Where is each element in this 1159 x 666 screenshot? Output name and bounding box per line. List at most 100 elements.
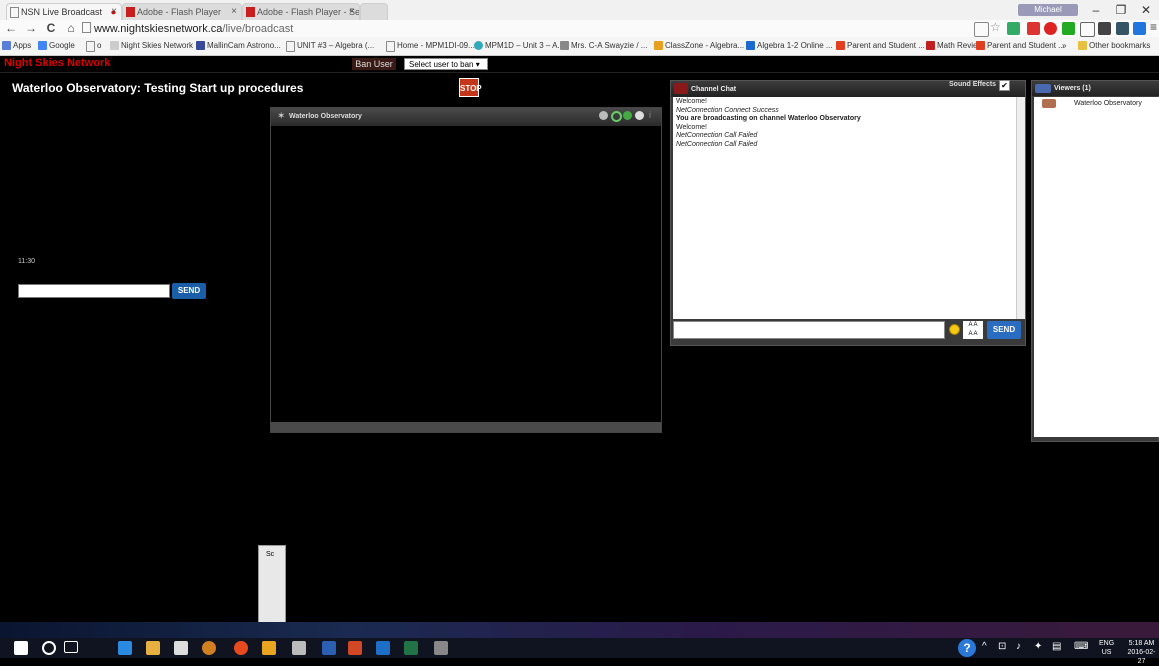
refresh-icon[interactable] xyxy=(611,111,622,122)
tab-nsn-live-broadcast[interactable]: NSN Live Broadcast ● × xyxy=(6,3,122,20)
video-panel-footer xyxy=(271,422,661,432)
bookmark-mrs-swayzie[interactable]: Mrs. C-A Swayzie / ... xyxy=(560,40,647,52)
restore-icon[interactable]: ❐ xyxy=(1108,2,1134,18)
bookmark-apps[interactable]: Apps xyxy=(2,40,31,52)
app-icon[interactable] xyxy=(202,641,216,655)
font-size-icon[interactable]: A AA A xyxy=(963,321,983,339)
forward-icon[interactable]: → xyxy=(24,21,38,35)
profile-button[interactable]: Michael Schwartz xyxy=(1018,4,1078,26)
taskbar-clock[interactable]: 5:18 AM 2016-02-27 xyxy=(1124,639,1159,666)
minimize-icon[interactable]: – xyxy=(1083,2,1109,18)
bookmark-star-icon[interactable]: ☆ xyxy=(990,20,1001,34)
bookmark-mallincam[interactable]: MallinCam Astrono... xyxy=(196,40,281,52)
home-icon[interactable]: ⌂ xyxy=(64,21,78,35)
url-host: www.nightskiesnetwork.ca xyxy=(94,23,223,35)
bookmark-parent-student-1[interactable]: Parent and Student ... xyxy=(836,40,925,52)
pinterest-extension-icon[interactable] xyxy=(1044,22,1057,35)
chat-bubble-icon[interactable] xyxy=(635,111,644,120)
bookmark-google[interactable]: Google xyxy=(38,40,75,52)
menu-icon[interactable]: ≡ xyxy=(1150,20,1157,34)
chat-send-button[interactable]: SEND xyxy=(987,321,1021,339)
gmail-extension-icon[interactable] xyxy=(1027,22,1040,35)
chat-extension-icon[interactable] xyxy=(1080,22,1095,37)
page-icon xyxy=(286,41,295,52)
calendar-extension-icon[interactable] xyxy=(1007,22,1020,35)
tab-adobe-flash-player[interactable]: Adobe - Flash Player × xyxy=(122,3,242,20)
powerpoint-icon[interactable] xyxy=(348,641,362,655)
keyboard-icon[interactable]: ⌨ xyxy=(1074,641,1088,652)
close-icon[interactable]: × xyxy=(111,4,117,20)
bookmark-unit3-algebra[interactable]: UNIT #3 – Algebra (... xyxy=(286,40,374,52)
site-name[interactable]: Night Skies Network xyxy=(4,57,110,69)
browser-tab-bar: NSN Live Broadcast ● × Adobe - Flash Pla… xyxy=(0,0,1159,26)
chat-icon xyxy=(674,83,688,94)
bookmark-algebra-online[interactable]: Algebra 1-2 Online ... xyxy=(746,40,833,52)
telescope-app-icon[interactable] xyxy=(292,641,306,655)
outlook-icon[interactable] xyxy=(376,641,390,655)
broadcast-timer: 11:30 xyxy=(18,258,35,265)
chat-message: You are broadcasting on channel Waterloo… xyxy=(676,115,861,122)
action-center-icon[interactable]: ▤ xyxy=(1052,641,1061,652)
settings-icon[interactable] xyxy=(599,111,608,120)
bookmark-math-review[interactable]: Math Review xyxy=(926,40,983,52)
bookmark-night-skies-network[interactable]: Night Skies Network xyxy=(110,40,193,52)
zoom-icon[interactable] xyxy=(623,111,632,120)
bookmark-mpm1d-unit3[interactable]: MPM1D – Unit 3 – A... xyxy=(474,40,564,52)
edge-icon[interactable] xyxy=(118,641,132,655)
network-icon[interactable]: ⊡ xyxy=(998,641,1006,652)
chat-input[interactable] xyxy=(673,321,945,339)
ban-user-select[interactable]: Select user to ban ▾ xyxy=(404,58,488,70)
task-view-icon[interactable] xyxy=(64,641,78,653)
sound-effects-checkbox[interactable]: ✔ xyxy=(999,80,1010,91)
new-tab-button[interactable] xyxy=(360,3,388,20)
classzone-icon xyxy=(654,41,663,50)
app-tray-icon[interactable]: ✦ xyxy=(1034,641,1042,652)
tab-title: NSN Live Broadcast xyxy=(21,7,103,17)
volume-icon[interactable]: ♪ xyxy=(1016,641,1021,652)
other-bookmarks-folder[interactable]: Other bookmarks xyxy=(1078,40,1150,52)
stop-broadcast-button[interactable]: STOP xyxy=(459,78,482,97)
reload-icon[interactable]: C xyxy=(44,21,58,35)
excel-icon[interactable] xyxy=(404,641,418,655)
bookmark-home-mpm1di[interactable]: Home - MPM1DI-09... xyxy=(386,40,475,52)
send-button[interactable]: SEND xyxy=(172,283,206,299)
bookmark-o[interactable]: o xyxy=(86,40,101,52)
message-input[interactable] xyxy=(18,284,170,298)
url-field[interactable]: www.nightskiesnetwork.ca/live/broadcast xyxy=(82,22,293,35)
close-window-icon[interactable]: ✕ xyxy=(1133,2,1159,18)
chrome-icon[interactable] xyxy=(234,641,248,655)
help-icon[interactable]: ? xyxy=(958,639,976,657)
windows-start-icon[interactable] xyxy=(14,641,28,655)
search-icon[interactable] xyxy=(42,641,56,655)
word-icon[interactable] xyxy=(322,641,336,655)
emoji-icon[interactable] xyxy=(949,324,960,335)
back-icon[interactable]: ← xyxy=(4,21,18,35)
info-icon[interactable]: i xyxy=(649,110,651,120)
person-extension-icon[interactable] xyxy=(1098,22,1111,35)
chat-panel: Channel Chat Sound Effects ✔ Welcome! Ne… xyxy=(670,80,1026,346)
folder-icon xyxy=(1078,41,1087,50)
cast-icon[interactable] xyxy=(974,22,989,37)
bookmarks-bar: Apps Google o Night Skies Network Mallin… xyxy=(0,37,1159,56)
chat-scrollbar[interactable] xyxy=(1016,97,1025,319)
store-icon[interactable] xyxy=(174,641,188,655)
ban-user-button[interactable]: Ban User xyxy=(352,58,396,70)
green-extension-icon[interactable] xyxy=(1062,22,1075,35)
monitor-extension-icon[interactable] xyxy=(1116,22,1129,35)
video-stream[interactable] xyxy=(271,126,661,422)
tab-adobe-flash-settings[interactable]: Adobe - Flash Player - Sett × xyxy=(242,3,360,20)
language-indicator[interactable]: ENG US xyxy=(1099,639,1114,657)
page-icon xyxy=(386,41,395,52)
more-bookmarks-button[interactable]: » xyxy=(1062,40,1066,52)
calculator-icon[interactable] xyxy=(262,641,276,655)
blue-extension-icon[interactable] xyxy=(1133,22,1146,35)
bookmark-classzone[interactable]: ClassZone - Algebra... xyxy=(654,40,744,52)
file-explorer-icon[interactable] xyxy=(146,641,160,655)
close-icon[interactable]: × xyxy=(231,4,237,20)
bookmark-parent-student-2[interactable]: Parent and Student ... xyxy=(976,40,1065,52)
tab-title: Adobe - Flash Player - Sett xyxy=(257,7,360,17)
chevron-up-icon[interactable]: ^ xyxy=(982,641,987,652)
close-icon[interactable]: × xyxy=(349,4,355,20)
viewer-item[interactable]: Waterloo Observatory xyxy=(1074,100,1142,107)
app-icon[interactable] xyxy=(434,641,448,655)
